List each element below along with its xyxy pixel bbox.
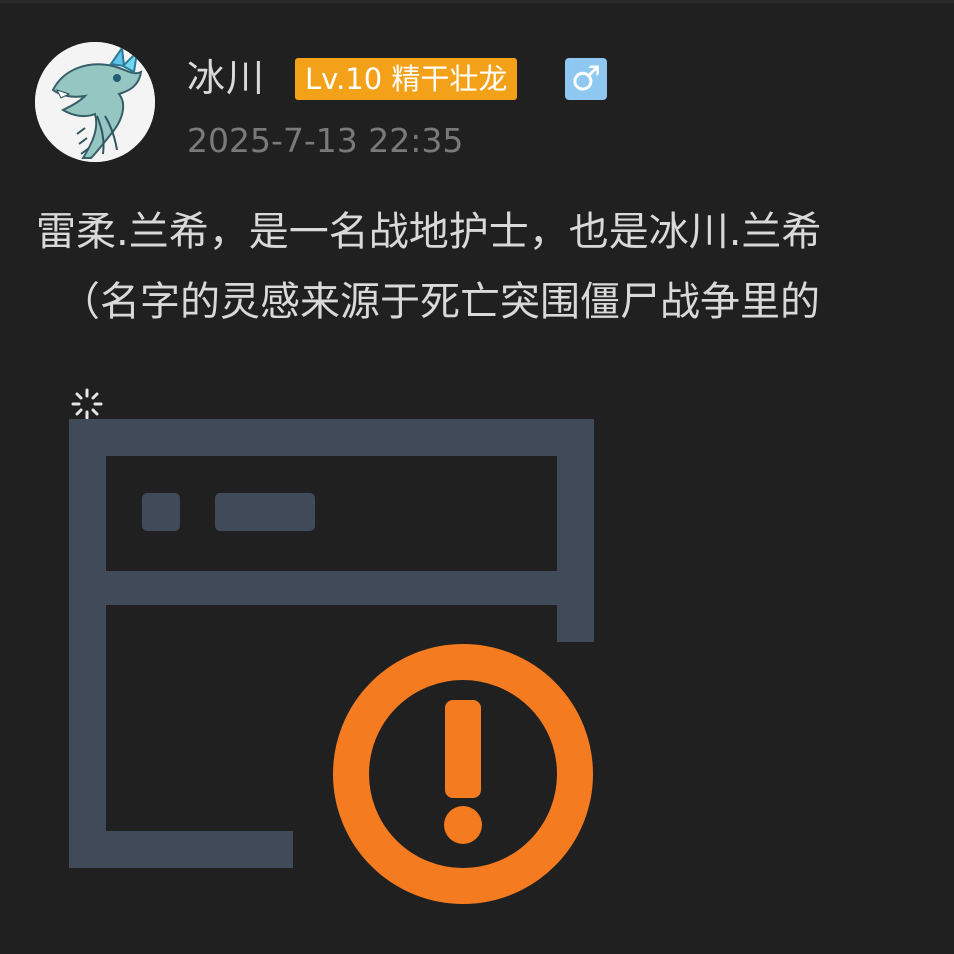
post-screen: 冰川 Lv.10 精干壮龙 ♂ 2025-7-13 22:35 雷柔.兰希，是一…	[0, 0, 954, 954]
broken-image-placeholder[interactable]	[0, 0, 954, 954]
exclamation-circle-icon	[333, 644, 593, 904]
broken-image-icon	[69, 419, 594, 868]
